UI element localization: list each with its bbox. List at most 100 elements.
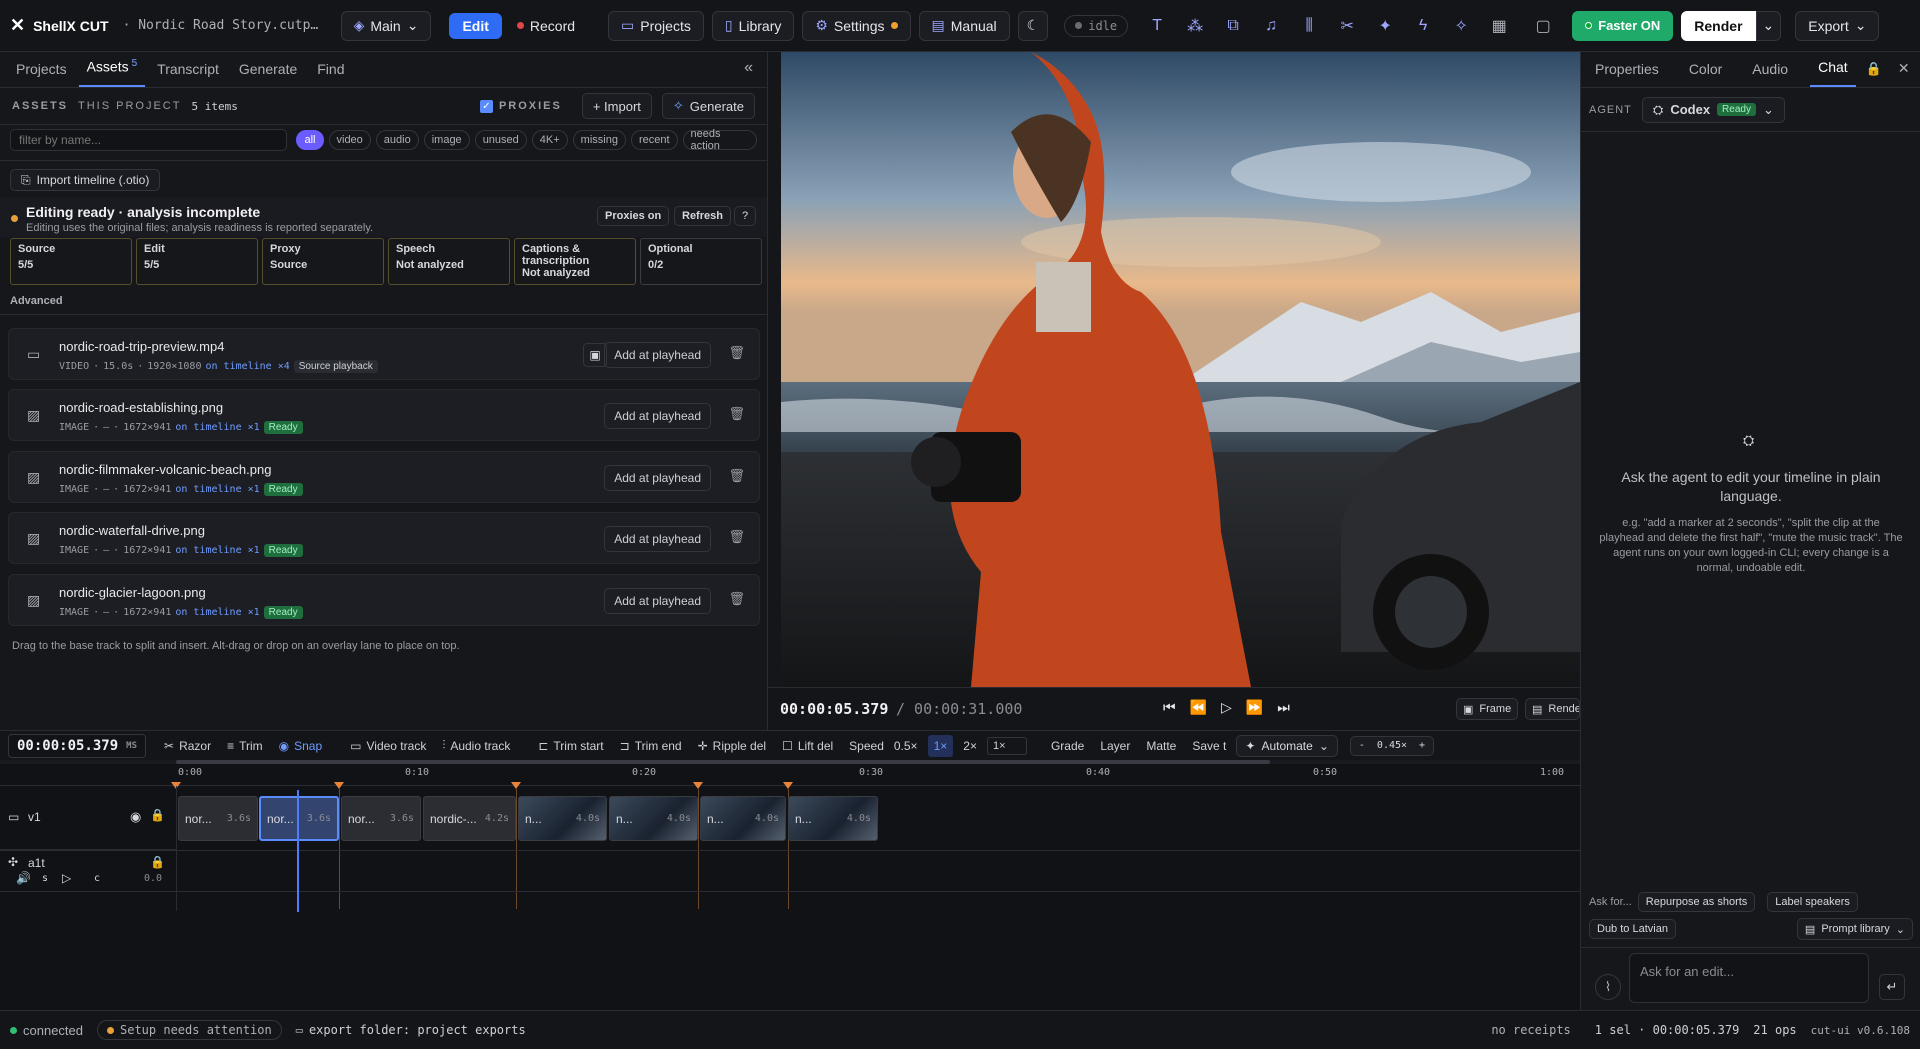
overlay-tool-icon[interactable]: ⧉ bbox=[1218, 11, 1248, 41]
speed-one[interactable]: 1× bbox=[927, 734, 954, 757]
tab-generate[interactable]: Generate bbox=[231, 61, 305, 87]
shapes-tool-icon[interactable]: ⁂ bbox=[1180, 11, 1210, 41]
export-folder[interactable]: ▭ export folder: project exports bbox=[296, 1023, 526, 1037]
lock-icon[interactable]: 🔒 bbox=[1860, 61, 1888, 87]
tab-chat[interactable]: Chat bbox=[1810, 59, 1856, 87]
save-template-button[interactable]: Save t bbox=[1186, 735, 1232, 757]
export-button[interactable]: Export ⌄ bbox=[1795, 10, 1880, 41]
suggestion-chip[interactable]: Dub to Latvian bbox=[1589, 919, 1676, 939]
settings-button[interactable]: ⚙ Settings bbox=[802, 10, 911, 41]
attach-icon[interactable]: ⌇ bbox=[1595, 974, 1621, 1000]
eye-icon[interactable]: ◉ bbox=[130, 809, 141, 825]
trash-icon[interactable]: 🗑 bbox=[728, 529, 745, 545]
automate-button[interactable]: ✦ Automate ⌄ bbox=[1236, 734, 1338, 757]
chip-needs-action[interactable]: needs action bbox=[682, 128, 757, 152]
lock-icon[interactable]: 🔒 bbox=[150, 808, 165, 822]
add-at-playhead-button[interactable]: Add at playhead bbox=[604, 342, 711, 368]
video-track-button[interactable]: ▭ Video track bbox=[344, 735, 432, 757]
audio-gain[interactable]: 0.0 bbox=[144, 873, 162, 884]
timeline-clip[interactable]: n... 4.0s bbox=[518, 796, 607, 841]
trim-start-button[interactable]: ⊏ Trim start bbox=[532, 735, 609, 757]
render-options-button[interactable]: ⌄ bbox=[1755, 10, 1782, 41]
chat-toggle-icon[interactable]: ▢ bbox=[1528, 11, 1558, 41]
import-button[interactable]: + Import bbox=[581, 93, 652, 119]
edit-mode-button[interactable]: Edit bbox=[449, 12, 502, 39]
cue-toggle[interactable]: c bbox=[94, 873, 100, 884]
play-icon[interactable]: ▷ bbox=[62, 871, 71, 885]
timeline-clip-selected[interactable]: nor... 3.6s bbox=[259, 796, 339, 841]
chip-video[interactable]: video bbox=[328, 130, 371, 150]
trim-end-button[interactable]: ⊐ Trim end bbox=[614, 735, 688, 757]
close-icon[interactable]: ✕ bbox=[1892, 60, 1920, 87]
list-item[interactable]: ▭ nordic-road-trip-preview.mp4 VIDEO · 15.… bbox=[8, 328, 760, 380]
zoom-in-icon[interactable]: + bbox=[1419, 740, 1425, 751]
zoom-out-icon[interactable]: - bbox=[1359, 740, 1365, 751]
timeline-clip[interactable]: nor... 3.6s bbox=[341, 796, 421, 841]
zoom-control[interactable]: - 0.45× + bbox=[1349, 735, 1435, 756]
speed-two[interactable]: 2× bbox=[957, 735, 983, 757]
prompt-library-button[interactable]: ▤ Prompt library ⌄ bbox=[1796, 918, 1913, 940]
music-tool-icon[interactable]: ♫ bbox=[1256, 11, 1286, 41]
timeline-clip[interactable]: n... 4.0s bbox=[609, 796, 698, 841]
skip-start-icon[interactable]: ⏮ bbox=[1163, 699, 1176, 716]
timeline-marker[interactable] bbox=[693, 782, 703, 789]
skip-end-icon[interactable]: ⏭ bbox=[1277, 699, 1290, 716]
speed-input[interactable]: 1× bbox=[986, 736, 1027, 755]
render-button[interactable]: Render bbox=[1681, 10, 1756, 41]
trash-icon[interactable]: 🗑 bbox=[728, 591, 745, 607]
frame-button[interactable]: ▣ Frame bbox=[1456, 698, 1519, 720]
trash-icon[interactable]: 🗑 bbox=[728, 406, 745, 422]
step-back-icon[interactable]: ⏪ bbox=[1190, 699, 1207, 716]
library-button[interactable]: ▯ Library bbox=[711, 10, 795, 41]
branch-selector[interactable]: ◈ Main ⌄ bbox=[340, 10, 432, 41]
lift-delete-button[interactable]: ☐ Lift del bbox=[776, 735, 839, 757]
timeline-marker[interactable] bbox=[511, 782, 521, 789]
timeline-clip[interactable]: n... 4.0s bbox=[700, 796, 786, 841]
tab-audio[interactable]: Audio bbox=[1744, 61, 1796, 87]
play-icon[interactable]: ▷ bbox=[1221, 699, 1232, 716]
advanced-toggle[interactable]: Advanced bbox=[10, 295, 63, 307]
video-preview[interactable] bbox=[781, 52, 1580, 687]
grade-button[interactable]: Grade bbox=[1045, 735, 1090, 757]
magic-wand-icon[interactable]: ✦ bbox=[1370, 11, 1400, 41]
projects-button[interactable]: ▭ Projects bbox=[608, 10, 704, 41]
grid-icon[interactable]: ▦ bbox=[1484, 11, 1514, 41]
collapse-panel-icon[interactable]: « bbox=[730, 59, 767, 87]
matte-button[interactable]: Matte bbox=[1140, 735, 1182, 757]
trash-icon[interactable]: 🗑 bbox=[728, 345, 745, 361]
timeline-marker[interactable] bbox=[334, 782, 344, 789]
setup-warning-pill[interactable]: Setup needs attention bbox=[97, 1020, 282, 1040]
faster-toggle[interactable]: Faster ON bbox=[1572, 10, 1674, 41]
chip-audio[interactable]: audio bbox=[375, 130, 419, 150]
razor-tool[interactable]: ✂ Razor bbox=[158, 735, 217, 757]
layer-button[interactable]: Layer bbox=[1094, 735, 1136, 757]
proxies-on-button[interactable]: Proxies on bbox=[597, 206, 670, 226]
mixer-tool-icon[interactable]: ⫼ bbox=[1294, 11, 1324, 41]
timeline-clip[interactable]: nor... 3.6s bbox=[178, 796, 258, 841]
timeline-clip[interactable]: n... 4.0s bbox=[788, 796, 878, 841]
playhead[interactable] bbox=[297, 790, 299, 912]
refresh-button[interactable]: Refresh bbox=[674, 206, 731, 226]
chip-recent[interactable]: recent bbox=[630, 130, 678, 150]
solo-toggle[interactable]: s bbox=[42, 873, 48, 884]
list-item[interactable]: ▨ nordic-glacier-lagoon.png IMAGE · — · 1672… bbox=[8, 574, 760, 626]
send-icon[interactable]: ↵ bbox=[1879, 974, 1905, 1000]
speed-half[interactable]: 0.5× bbox=[888, 735, 924, 757]
trash-icon[interactable]: 🗑 bbox=[728, 468, 745, 484]
timeline[interactable]: 0:00 0:10 0:20 0:30 0:40 0:50 1:00 ▭ v1 … bbox=[0, 760, 1580, 1010]
manual-button[interactable]: ▤ Manual bbox=[918, 10, 1010, 41]
timeline-clip[interactable]: nordic-... 4.2s bbox=[423, 796, 516, 841]
help-button[interactable]: ? bbox=[734, 206, 757, 226]
scissors-tool-icon[interactable]: ✂ bbox=[1332, 11, 1362, 41]
chip-missing[interactable]: missing bbox=[572, 130, 626, 150]
list-item[interactable]: ▨ nordic-road-establishing.png IMAGE · — · 1… bbox=[8, 389, 760, 441]
trim-tool[interactable]: ≡ Trim bbox=[221, 735, 269, 757]
text-tool-icon[interactable]: T bbox=[1142, 11, 1172, 41]
snap-toggle[interactable]: ◉ Snap bbox=[273, 735, 329, 757]
step-forward-icon[interactable]: ⏩ bbox=[1246, 699, 1263, 716]
generate-button[interactable]: ✧ Generate bbox=[661, 93, 755, 119]
project-name[interactable]: · Nordic Road Story.cutp… bbox=[123, 18, 323, 33]
chat-input[interactable]: Ask for an edit... bbox=[1629, 953, 1869, 1003]
add-at-playhead-button[interactable]: Add at playhead bbox=[604, 526, 711, 552]
render-frame-button[interactable]: ▤ Render bbox=[1525, 698, 1580, 720]
